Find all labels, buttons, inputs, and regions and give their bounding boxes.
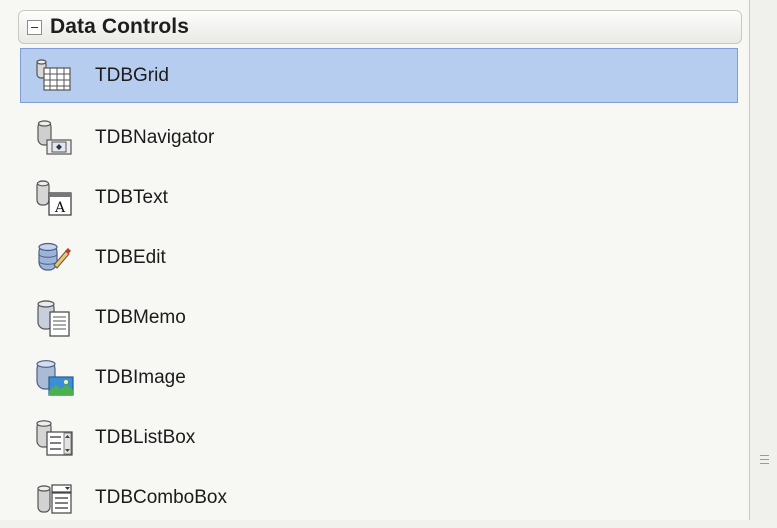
item-label: TDBEdit: [95, 247, 166, 268]
item-label: TDBGrid: [95, 64, 169, 86]
item-label: TDBListBox: [95, 427, 196, 448]
list-item-tdbimage[interactable]: TDBImage: [20, 348, 738, 408]
db-combobox-icon: [37, 484, 72, 514]
db-navigator-icon: [37, 120, 72, 155]
db-memo-icon: [37, 300, 70, 337]
group-header-data-controls[interactable]: Data Controls: [18, 10, 742, 44]
tool-palette: Data Controls TDBGrid TDBNavigator A TDB…: [0, 0, 749, 520]
db-image-icon: [36, 360, 74, 396]
db-edit-icon: [38, 242, 71, 271]
db-grid-icon: [36, 58, 71, 91]
item-label: TDBComboBox: [95, 487, 227, 508]
item-label: TDBText: [95, 187, 168, 208]
scroll-grip-icon[interactable]: [760, 455, 769, 469]
component-list: TDBGrid TDBNavigator A TDBText TDBEdit T…: [20, 48, 738, 528]
svg-text:A: A: [54, 200, 66, 216]
vertical-scrollbar[interactable]: [749, 0, 777, 520]
collapse-icon[interactable]: [27, 19, 42, 35]
list-item-tdbcombobox[interactable]: TDBComboBox: [20, 468, 738, 528]
list-item-tdblistbox[interactable]: TDBListBox: [20, 408, 738, 468]
group-title: Data Controls: [50, 15, 189, 38]
list-item-tdbtext[interactable]: A TDBText: [20, 168, 738, 228]
list-item-tdbmemo[interactable]: TDBMemo: [20, 288, 738, 348]
item-label: TDBMemo: [95, 307, 186, 328]
list-item-tdbedit[interactable]: TDBEdit: [20, 228, 738, 288]
list-item-tdbgrid[interactable]: TDBGrid: [20, 48, 738, 103]
db-text-icon: A: [36, 180, 72, 216]
list-item-tdbnavigator[interactable]: TDBNavigator: [20, 108, 738, 168]
db-listbox-icon: [36, 420, 73, 456]
item-label: TDBImage: [95, 367, 186, 388]
item-label: TDBNavigator: [95, 127, 215, 148]
